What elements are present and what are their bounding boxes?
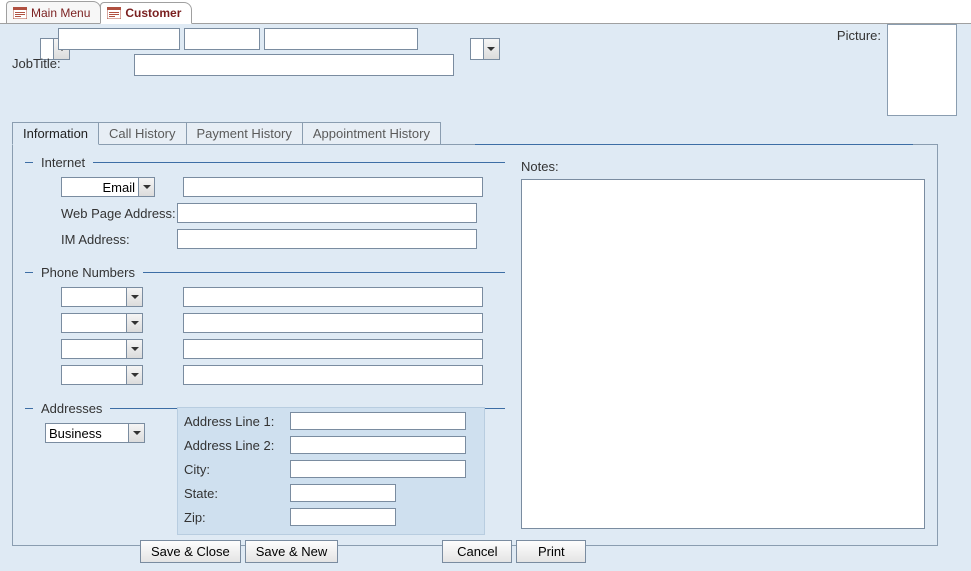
notes-label: Notes: <box>521 159 559 174</box>
jobtitle-label: JobTitle: <box>12 56 61 71</box>
address-subform: Address Line 1: Address Line 2: City: St… <box>177 407 485 535</box>
phone-legend: Phone Numbers <box>41 265 135 280</box>
picture-label: Picture: <box>837 28 881 43</box>
middle-name-input[interactable] <box>184 28 260 50</box>
form-icon <box>107 7 121 19</box>
first-name-input[interactable] <box>58 28 180 50</box>
tab-customer[interactable]: Customer <box>100 2 192 24</box>
address-type-combo[interactable] <box>45 423 145 443</box>
chevron-down-icon[interactable] <box>128 424 144 442</box>
phone-type-input[interactable] <box>62 314 126 332</box>
addr-city-input[interactable] <box>290 460 466 478</box>
picture-box[interactable] <box>887 24 957 116</box>
chevron-down-icon[interactable] <box>483 39 499 59</box>
notes-textarea[interactable] <box>521 179 925 529</box>
chevron-down-icon[interactable] <box>126 314 142 332</box>
tab-appointment-history[interactable]: Appointment History <box>302 122 441 144</box>
detail-tab-headers: Information Call History Payment History… <box>12 120 940 144</box>
addr-city-label: City: <box>184 462 284 477</box>
detail-tab-control: Information Call History Payment History… <box>12 120 940 546</box>
addresses-legend: Addresses <box>41 401 102 416</box>
suffix-combo[interactable] <box>470 38 500 60</box>
save-new-button[interactable]: Save & New <box>245 540 339 563</box>
group-line <box>25 162 33 163</box>
tab-customer-label: Customer <box>125 6 181 20</box>
tab-main-menu[interactable]: Main Menu <box>6 1 101 23</box>
tab-main-menu-label: Main Menu <box>31 6 90 20</box>
phone-input-4[interactable] <box>183 365 483 385</box>
tab-top-rule <box>475 144 913 145</box>
phone-type-combo-3[interactable] <box>61 339 143 359</box>
chevron-down-icon[interactable] <box>126 288 142 306</box>
addr-line2-input[interactable] <box>290 436 466 454</box>
customer-form: JobTitle: Picture: Information Call Hist… <box>0 24 971 571</box>
addr-state-label: State: <box>184 486 284 501</box>
cancel-button[interactable]: Cancel <box>442 540 512 563</box>
tab-payment-history[interactable]: Payment History <box>186 122 303 144</box>
phone-type-combo-1[interactable] <box>61 287 143 307</box>
addr-state-input[interactable] <box>290 484 396 502</box>
last-name-input[interactable] <box>264 28 418 50</box>
phone-group: Phone Numbers <box>25 263 505 391</box>
phone-type-input[interactable] <box>62 340 126 358</box>
address-type-input[interactable] <box>46 424 128 442</box>
group-line <box>25 408 33 409</box>
internet-group: Internet Web Page Address: <box>25 153 505 255</box>
addr-line1-input[interactable] <box>290 412 466 430</box>
addr-zip-input[interactable] <box>290 508 396 526</box>
left-column: Internet Web Page Address: <box>25 153 505 449</box>
tab-information-body: Internet Web Page Address: <box>12 144 938 546</box>
email-input[interactable] <box>183 177 483 197</box>
phone-input-2[interactable] <box>183 313 483 333</box>
tab-call-history[interactable]: Call History <box>98 122 186 144</box>
group-line <box>143 272 505 273</box>
web-page-label: Web Page Address: <box>25 206 171 221</box>
email-type-input[interactable] <box>62 178 138 196</box>
im-address-label: IM Address: <box>25 232 171 247</box>
im-address-input[interactable] <box>177 229 477 249</box>
phone-input-1[interactable] <box>183 287 483 307</box>
internet-legend: Internet <box>41 155 85 170</box>
jobtitle-input[interactable] <box>134 54 454 76</box>
save-close-button[interactable]: Save & Close <box>140 540 241 563</box>
group-line <box>93 162 505 163</box>
chevron-down-icon[interactable] <box>138 178 154 196</box>
addr-line2-label: Address Line 2: <box>184 438 284 453</box>
email-type-combo[interactable] <box>61 177 155 197</box>
phone-type-input[interactable] <box>62 366 126 384</box>
form-button-row: Save & Close Save & New Cancel Print <box>12 537 940 565</box>
group-line <box>25 272 33 273</box>
window-tab-bar: Main Menu Customer <box>0 0 971 24</box>
chevron-down-icon[interactable] <box>126 366 142 384</box>
web-page-input[interactable] <box>177 203 477 223</box>
phone-input-3[interactable] <box>183 339 483 359</box>
tab-information[interactable]: Information <box>12 122 99 145</box>
addr-zip-label: Zip: <box>184 510 284 525</box>
form-icon <box>13 7 27 19</box>
phone-type-combo-4[interactable] <box>61 365 143 385</box>
phone-type-input[interactable] <box>62 288 126 306</box>
suffix-input[interactable] <box>471 39 483 59</box>
print-button[interactable]: Print <box>516 540 586 563</box>
addr-line1-label: Address Line 1: <box>184 414 284 429</box>
phone-type-combo-2[interactable] <box>61 313 143 333</box>
chevron-down-icon[interactable] <box>126 340 142 358</box>
